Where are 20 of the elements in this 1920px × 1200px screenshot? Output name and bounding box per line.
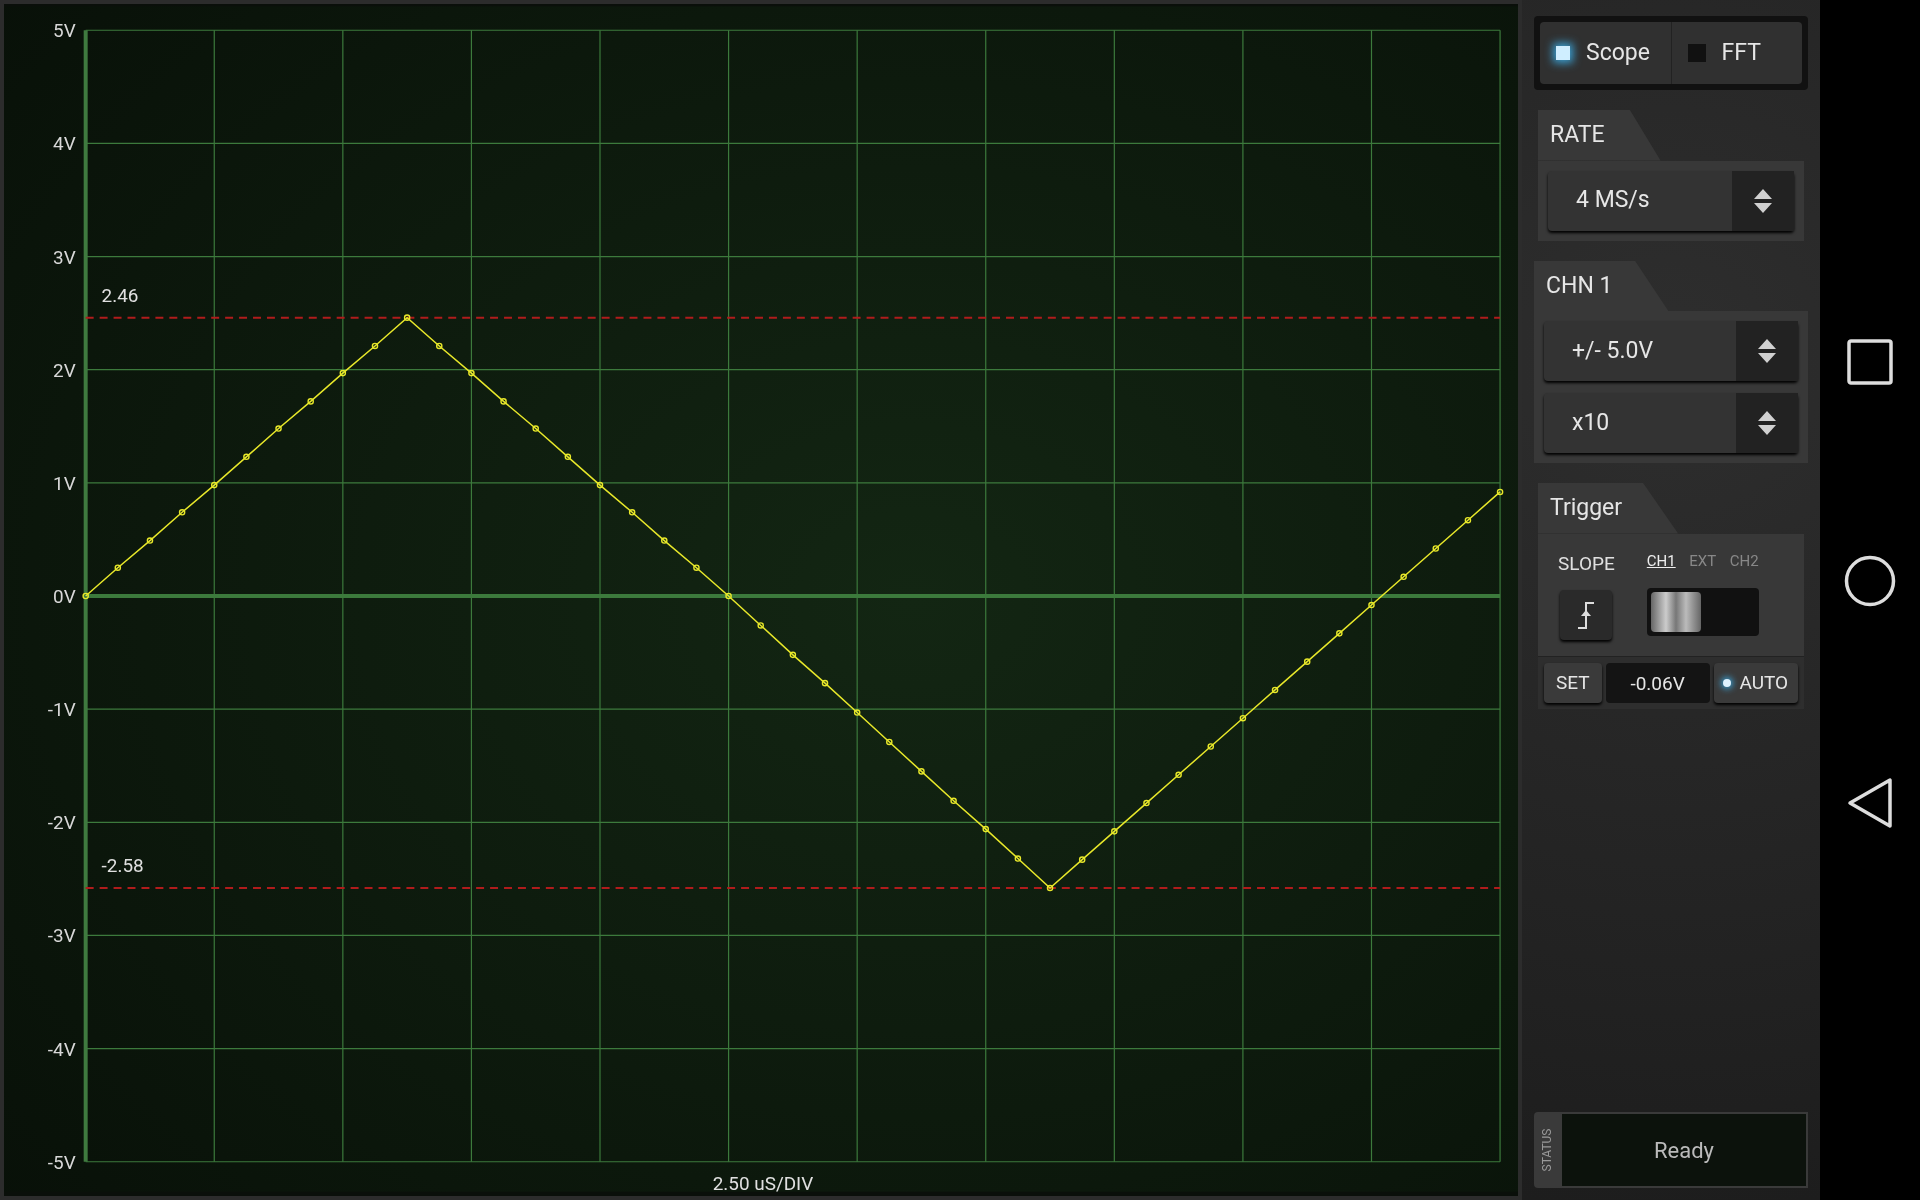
y-tick-label: 2V xyxy=(53,358,76,382)
y-tick-label: -2V xyxy=(47,811,76,835)
y-tick-label: 5V xyxy=(53,19,76,43)
section-title: Trigger xyxy=(1538,483,1679,534)
y-tick-label: 4V xyxy=(53,132,76,156)
y-tick-label: -5V xyxy=(47,1150,76,1174)
section-title: RATE xyxy=(1538,110,1661,161)
x-axis-label: 2.50 uS/DIV xyxy=(712,1171,814,1194)
y-tick-label: -1V xyxy=(47,698,76,722)
y-tick-label: -3V xyxy=(47,924,76,948)
y-tick-label: -4V xyxy=(47,1037,76,1061)
section-title: CHN 1 xyxy=(1534,260,1669,311)
y-tick-label: 0V xyxy=(53,585,76,608)
y-tick-label: 1V xyxy=(53,471,76,495)
status-text: Ready xyxy=(1654,1136,1714,1165)
marker-label: 2.46 xyxy=(101,283,139,307)
slope-label: SLOPE xyxy=(1558,550,1615,577)
status-tab-label: STATUS xyxy=(1539,1128,1555,1172)
marker-label: -2.58 xyxy=(101,854,144,877)
y-tick-label: 3V xyxy=(53,245,76,269)
